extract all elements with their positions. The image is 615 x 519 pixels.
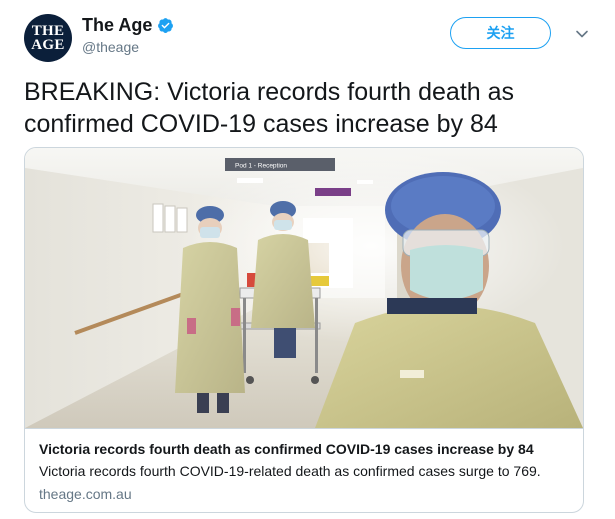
card-description: Victoria records fourth COVID-19-related… — [39, 463, 541, 479]
card-domain[interactable]: theage.com.au — [39, 485, 569, 503]
tweet: THE AGE The Age @theage 关注 BREAKING: Vic… — [0, 0, 615, 519]
avatar-line-1: THE — [31, 23, 65, 39]
author-info[interactable]: The Age @theage — [82, 14, 174, 55]
display-name-row: The Age — [82, 14, 174, 36]
chevron-down-icon[interactable] — [575, 27, 589, 41]
card-body: Victoria records fourth death as confirm… — [39, 440, 569, 503]
link-card[interactable]: Pod 1 - Reception Victoria records fourt… — [24, 147, 584, 513]
card-image[interactable]: Pod 1 - Reception — [25, 148, 583, 429]
wall-sign-text: Pod 1 - Reception — [235, 163, 287, 170]
tweet-header: THE AGE The Age @theage 关注 — [24, 14, 591, 62]
hospital-photo: Pod 1 - Reception — [25, 148, 583, 428]
follow-button[interactable]: 关注 — [450, 17, 551, 49]
card-title[interactable]: Victoria records fourth death as confirm… — [39, 440, 569, 458]
avatar[interactable]: THE AGE — [24, 14, 72, 62]
verified-badge-icon — [158, 17, 174, 33]
handle[interactable]: @theage — [82, 39, 174, 55]
display-name[interactable]: The Age — [82, 15, 152, 36]
avatar-line-2: AGE — [31, 37, 65, 53]
tweet-text: BREAKING: Victoria records fourth death … — [24, 78, 515, 138]
